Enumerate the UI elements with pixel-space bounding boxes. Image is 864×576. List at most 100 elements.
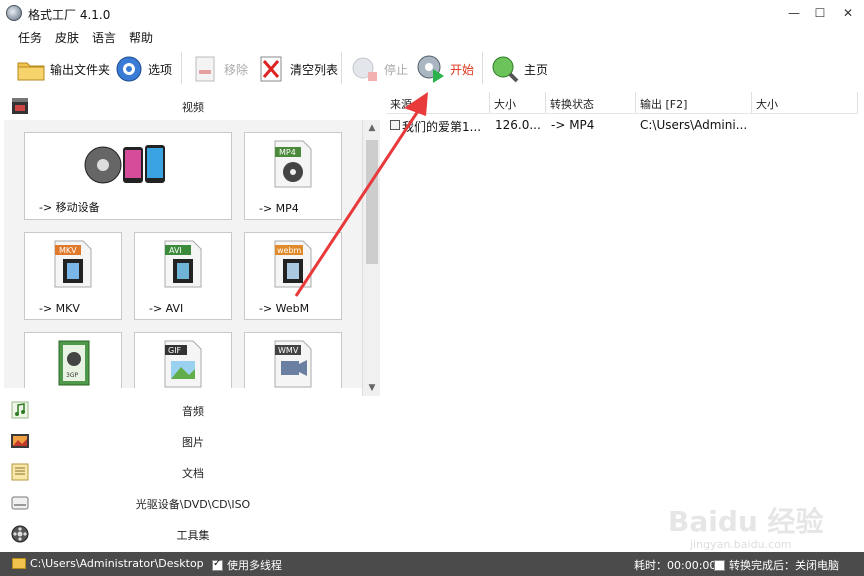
output-path-text: C:\Users\Administrator\Desktop — [30, 557, 204, 570]
output-folder-label: 输出文件夹 — [50, 62, 111, 77]
start-button[interactable]: 开始 — [416, 52, 474, 86]
category-optical-label: 光驱设备\DVD\CD\ISO — [135, 498, 251, 511]
toolbar-separator — [181, 52, 182, 84]
multithread-toggle[interactable]: 使用多线程 — [212, 557, 282, 573]
home-button[interactable]: 主页 — [490, 52, 548, 86]
column-output[interactable]: 输出 [F2] — [636, 92, 752, 114]
gear-icon — [114, 54, 144, 84]
scroll-down-arrow-icon[interactable]: ▼ — [363, 380, 381, 396]
minimize-button[interactable]: — — [780, 3, 808, 23]
start-label: 开始 — [450, 62, 475, 77]
row-size: 126.0... — [495, 118, 541, 132]
category-document[interactable]: 文档 — [4, 458, 382, 486]
globe-search-icon — [490, 54, 520, 84]
film-phones-icon — [84, 145, 165, 184]
clear-list-label: 清空列表 — [290, 62, 339, 77]
category-tools[interactable]: 工具集 — [4, 520, 382, 548]
gif-file-icon: GIF — [164, 340, 202, 388]
tile-mobile-device[interactable]: -> 移动设备 — [24, 132, 232, 220]
home-label: 主页 — [524, 62, 549, 77]
folder-icon — [12, 558, 26, 569]
row-status: -> MP4 — [551, 118, 595, 132]
tiles-scrollbar[interactable]: ▲ ▼ — [362, 120, 380, 396]
category-tools-label: 工具集 — [176, 529, 210, 542]
clear-list-icon — [256, 54, 286, 84]
row-output: C:\Users\Admini... — [640, 118, 748, 132]
stop-label: 停止 — [384, 62, 409, 77]
remove-document-icon — [190, 54, 220, 84]
category-optical[interactable]: 光驱设备\DVD\CD\ISO — [4, 489, 382, 517]
menu-skin[interactable]: 皮肤 — [55, 29, 79, 46]
category-video-label: 视频 — [182, 101, 204, 114]
toolbar: 输出文件夹 选项 移除 清空列表 停止 开始 主页 — [0, 46, 864, 90]
menu-bar: 任务 皮肤 语言 帮助 — [0, 26, 864, 46]
task-list: 来源 大小 转换状态 输出 [F2] 大小 我们的爱第1... 126.0...… — [386, 92, 860, 550]
output-path[interactable]: C:\Users\Administrator\Desktop — [12, 557, 204, 570]
scroll-thumb[interactable] — [366, 140, 378, 264]
stop-icon — [350, 54, 380, 84]
tile-webm[interactable]: webm -> WebM — [244, 232, 342, 320]
clear-list-button[interactable]: 清空列表 — [256, 52, 338, 86]
tile-avi[interactable]: AVI -> AVI — [134, 232, 232, 320]
shutdown-label: 转换完成后：关闭电脑 — [729, 559, 839, 572]
multithread-checkbox[interactable] — [212, 558, 223, 571]
elapsed-time: 耗时：00:00:00 — [634, 559, 717, 572]
window-title: 格式工厂 4.1.0 — [28, 8, 111, 22]
category-video[interactable]: 视频 — [4, 92, 382, 120]
tile-mkv[interactable]: MKV -> MKV — [24, 232, 122, 320]
watermark-url: jingyan.baidu.com — [690, 538, 792, 551]
tile-label: -> 移动设备 — [39, 201, 100, 214]
stop-button[interactable]: 停止 — [350, 52, 408, 86]
category-image[interactable]: 图片 — [4, 427, 382, 455]
shutdown-checkbox[interactable] — [714, 559, 725, 571]
file-icon — [390, 120, 400, 130]
tile-label: -> MKV — [39, 302, 80, 315]
wmv-badge: WMV — [278, 346, 299, 355]
close-button[interactable]: ✕ — [834, 3, 862, 23]
mkv-badge: MKV — [59, 246, 77, 255]
gif-badge: GIF — [168, 346, 182, 355]
remove-button[interactable]: 移除 — [190, 52, 248, 86]
tile-label: -> MP4 — [259, 202, 299, 215]
output-folder-button[interactable]: 输出文件夹 — [16, 52, 110, 86]
column-status[interactable]: 转换状态 — [546, 92, 636, 114]
folder-icon — [16, 54, 46, 84]
category-audio-label: 音频 — [182, 405, 204, 418]
3gp-badge: 3GP — [66, 372, 78, 379]
menu-language[interactable]: 语言 — [92, 29, 116, 46]
webm-file-icon: webm — [274, 240, 312, 288]
menu-help[interactable]: 帮助 — [129, 29, 153, 46]
app-logo-icon — [6, 5, 22, 21]
tile-label: -> WebM — [259, 302, 310, 315]
avi-file-icon: AVI — [164, 240, 202, 288]
mp4-badge: MP4 — [279, 148, 296, 157]
menu-task[interactable]: 任务 — [18, 29, 42, 46]
tile-wmv[interactable]: WMV — [244, 332, 342, 388]
watermark-brand: Baidu 经验 — [668, 505, 824, 538]
shutdown-toggle[interactable]: 转换完成后：关闭电脑 — [714, 557, 839, 573]
tile-label: -> AVI — [149, 302, 184, 315]
row-source: 我们的爱第1... — [402, 120, 482, 134]
options-button[interactable]: 选项 — [114, 52, 172, 86]
wmv-file-icon: WMV — [274, 340, 312, 388]
category-panel: 视频 -> 移动设备 MP4 -> MP4 MKV -> MKV AVI -> … — [4, 92, 382, 550]
category-audio[interactable]: 音频 — [4, 396, 382, 424]
column-source[interactable]: 来源 — [386, 92, 490, 114]
scroll-up-arrow-icon[interactable]: ▲ — [363, 120, 381, 136]
avi-badge: AVI — [169, 246, 182, 255]
tile-3gp[interactable]: 3GP — [24, 332, 122, 388]
mkv-file-icon: MKV — [54, 240, 92, 288]
toolbar-separator — [482, 52, 483, 84]
mp4-file-icon: MP4 — [274, 140, 312, 188]
webm-badge: webm — [277, 246, 302, 255]
column-output-size[interactable]: 大小 — [752, 92, 858, 114]
tile-gif[interactable]: GIF — [134, 332, 232, 388]
maximize-button[interactable]: ☐ — [806, 3, 834, 23]
tile-mp4[interactable]: MP4 -> MP4 — [244, 132, 342, 220]
column-size[interactable]: 大小 — [490, 92, 546, 114]
3gp-file-icon: 3GP — [58, 340, 90, 386]
start-play-icon — [416, 54, 446, 84]
toolbar-separator — [341, 52, 342, 84]
category-image-label: 图片 — [182, 436, 204, 449]
video-tiles-grid: -> 移动设备 MP4 -> MP4 MKV -> MKV AVI -> AVI… — [4, 120, 362, 388]
